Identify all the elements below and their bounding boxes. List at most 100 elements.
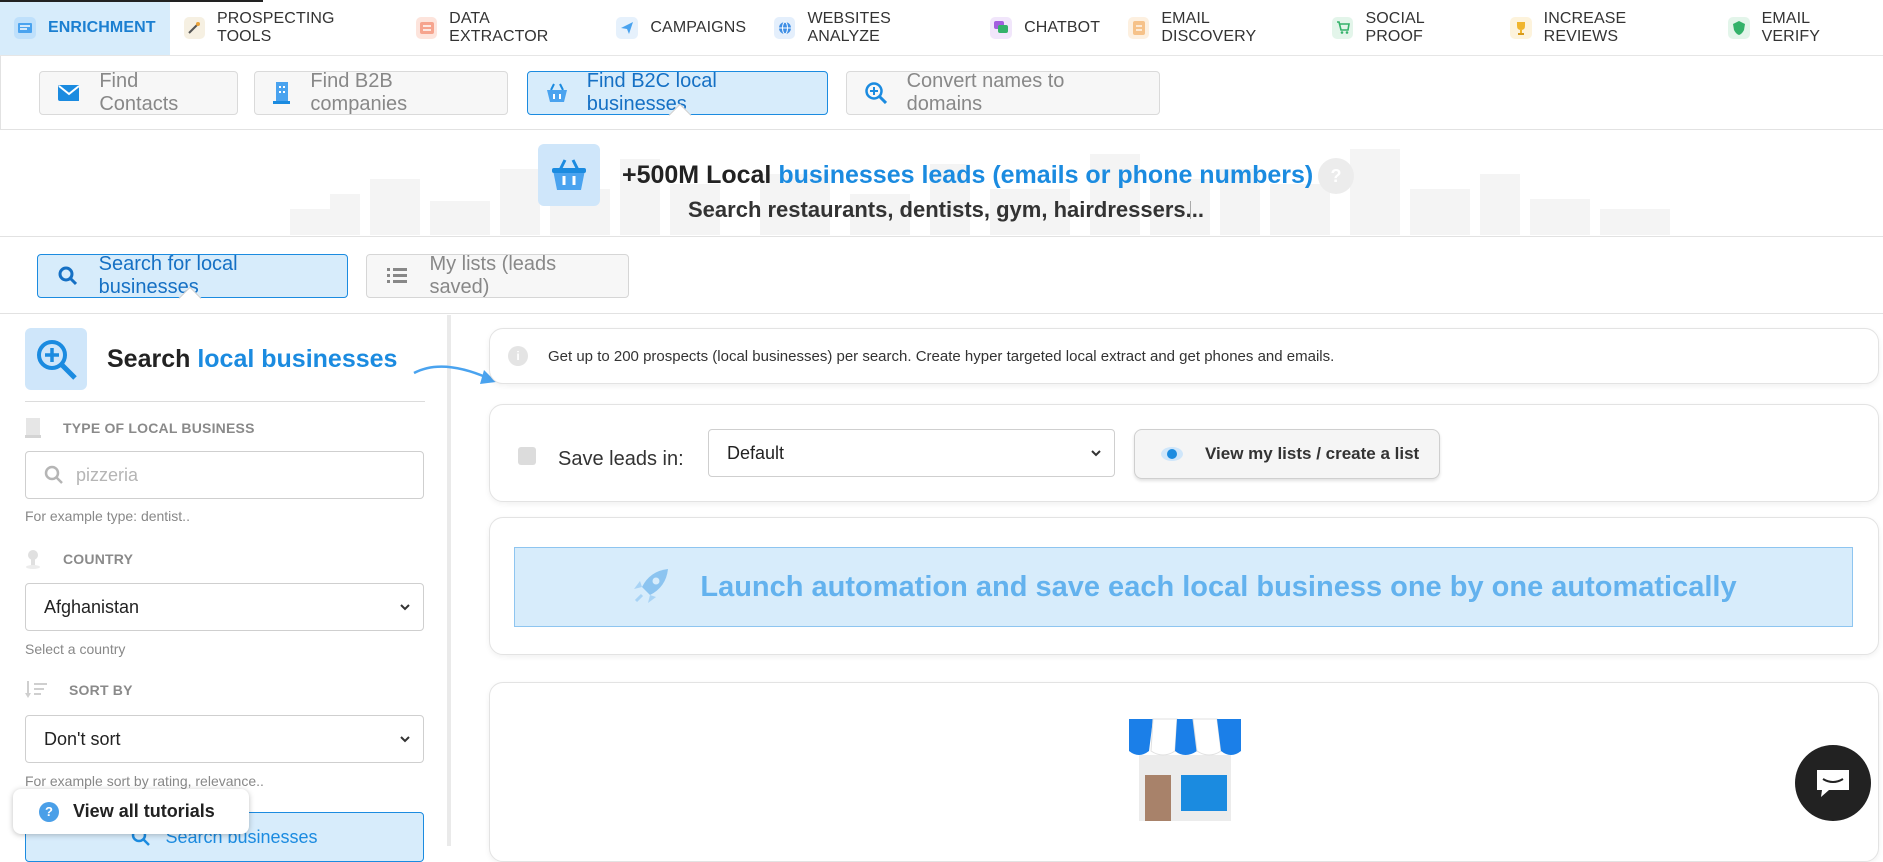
sidebar-title-highlight: local businesses — [197, 345, 398, 373]
tab-label: Find B2C local businesses — [586, 70, 717, 115]
tab-my-lists[interactable]: My lists (leads saved) — [366, 253, 629, 298]
shop-icon — [1129, 718, 1241, 821]
sort-select[interactable]: Don't sort — [25, 715, 424, 763]
tab-label: Find Contacts — [99, 70, 179, 115]
chevron-down-icon — [1091, 450, 1101, 457]
country-label: COUNTRY — [25, 549, 133, 569]
results-panel — [489, 682, 1879, 862]
magnifier-plus-icon — [25, 328, 87, 390]
country-help-text: Select a country — [25, 641, 126, 657]
question-icon: ? — [39, 801, 59, 822]
nav-item-label: EMAIL VERIFY — [1761, 9, 1821, 45]
info-banner: i Get up to 200 prospects (local busines… — [489, 328, 1879, 384]
selected-sort: Don't sort — [44, 728, 121, 749]
tab-find-b2c-local-businesses[interactable]: Find B2C local businesses — [527, 70, 828, 127]
magnifier-plus-icon — [865, 82, 887, 104]
country-select[interactable]: Afghanistan — [25, 583, 424, 631]
nav-item-chatbot[interactable]: CHATBOT — [976, 0, 1114, 55]
list-icon — [387, 268, 408, 283]
launch-automation-panel: Launch automation and save each local bu… — [489, 517, 1879, 655]
nav-item-label: CAMPAIGNS — [650, 18, 747, 36]
info-icon: i — [508, 346, 528, 366]
selected-country: Afghanistan — [44, 596, 140, 617]
business-type-input[interactable]: pizzeria — [25, 451, 424, 499]
sort-label: SORT BY — [25, 681, 133, 699]
basket-icon — [538, 144, 600, 206]
nav-item-data-extractor[interactable]: DATA EXTRACTOR — [402, 0, 603, 55]
nav-item-label: INCREASE REVIEWS — [1543, 9, 1627, 45]
chat-support-button[interactable] — [1795, 745, 1871, 821]
loading-progress-bar — [0, 0, 263, 2]
divider — [25, 401, 425, 402]
nav-item-email-verify[interactable]: EMAIL VERIFY — [1714, 0, 1883, 55]
search-sidebar: Search local businesses TYPE OF LOCAL BU… — [0, 315, 496, 862]
nav-item-label: CHATBOT — [1024, 18, 1101, 36]
basket-icon — [547, 83, 567, 102]
map-pin-icon — [26, 550, 40, 569]
mode-switcher: Search for local businesses My lists (le… — [0, 238, 1883, 314]
hero-title-highlight: businesses leads (emails or phone number… — [778, 161, 1314, 189]
typing-cursor — [1190, 201, 1191, 219]
launch-automation-button[interactable]: Launch automation and save each local bu… — [514, 547, 1853, 627]
sidebar-title-prefix: Search — [107, 345, 198, 373]
button-label: View my lists / create a list — [1205, 444, 1420, 463]
nav-item-campaigns[interactable]: CAMPAIGNS — [602, 0, 760, 55]
hero-title: +500M Local businesses leads (emails or … — [622, 161, 1313, 190]
chevron-down-icon — [400, 604, 410, 611]
building-icon — [25, 418, 41, 438]
selected-list: Default — [727, 442, 785, 463]
envelope-card-icon — [14, 16, 36, 39]
tab-find-contacts[interactable]: Find Contacts — [39, 70, 238, 115]
view-tutorials-button[interactable]: ? View all tutorials — [13, 789, 249, 834]
nav-item-label: WEBSITES ANALYZE — [807, 9, 891, 45]
save-icon — [518, 447, 536, 465]
sidebar-title: Search local businesses — [107, 345, 397, 374]
nav-item-social-proof[interactable]: SOCIAL PROOF — [1318, 0, 1496, 55]
tab-label: Convert names to domains — [906, 70, 1065, 115]
sort-icon — [25, 681, 47, 698]
search-icon — [58, 266, 77, 286]
type-help-text: For example type: dentist.. — [25, 508, 190, 524]
curved-arrow-icon — [413, 365, 496, 384]
hero-subtitle: Search restaurants, dentists, gym, haird… — [688, 197, 1205, 222]
nav-item-enrichment[interactable]: ENRICHMENT — [0, 0, 170, 55]
nav-item-email-discovery[interactable]: EMAIL DISCOVERY — [1114, 0, 1318, 55]
data-list-icon — [415, 16, 438, 39]
label-text: TYPE OF LOCAL BUSINESS — [63, 420, 255, 436]
nav-item-increase-reviews[interactable]: INCREASE REVIEWS — [1496, 0, 1714, 55]
hero-title-prefix: +500M Local — [622, 161, 779, 189]
chat-bubble-icon — [990, 16, 1013, 39]
nav-item-prospecting-tools[interactable]: PROSPECTING TOOLS — [170, 0, 402, 55]
label-text: SORT BY — [69, 682, 133, 698]
magic-wand-icon — [183, 16, 205, 39]
chevron-down-icon — [400, 736, 410, 743]
trophy-icon — [1510, 16, 1532, 39]
nav-item-label: PROSPECTING TOOLS — [217, 9, 335, 45]
list-select[interactable]: Default — [708, 429, 1115, 477]
feature-tabs: Find Contacts Find B2B companies Find B2… — [0, 56, 1883, 130]
top-navigation: ENRICHMENT PROSPECTING TOOLS DATA EXTRAC… — [0, 0, 1883, 56]
chat-bubble-icon — [1817, 770, 1849, 797]
nav-item-label: DATA EXTRACTOR — [449, 9, 549, 45]
nav-item-websites-analyze[interactable]: WEBSITES ANALYZE — [760, 0, 976, 55]
paper-plane-icon — [616, 16, 639, 39]
input-placeholder: pizzeria — [76, 464, 139, 485]
tab-find-b2b-companies[interactable]: Find B2B companies — [254, 70, 508, 115]
save-leads-panel: Save leads in: Default View my lists / c… — [489, 404, 1879, 502]
sort-help-text: For example sort by rating, relevance.. — [25, 773, 264, 789]
tab-label: Find B2B companies — [310, 70, 408, 115]
tab-search-local-businesses[interactable]: Search for local businesses — [37, 253, 348, 310]
shield-check-icon — [1728, 16, 1750, 39]
document-icon — [1128, 16, 1150, 39]
type-label: TYPE OF LOCAL BUSINESS — [25, 418, 255, 438]
globe-icon — [774, 16, 796, 39]
eye-icon — [1161, 447, 1183, 461]
button-label: Launch automation and save each local bu… — [700, 570, 1737, 603]
save-leads-label: Save leads in: — [558, 448, 684, 470]
tab-label: Search for local businesses — [98, 253, 238, 298]
hero-banner: +500M Local businesses leads (emails or … — [0, 131, 1883, 237]
view-lists-button[interactable]: View my lists / create a list — [1134, 429, 1440, 479]
nav-item-label: SOCIAL PROOF — [1365, 9, 1425, 45]
help-button[interactable]: ? — [1318, 158, 1354, 194]
tab-convert-names-to-domains[interactable]: Convert names to domains — [846, 70, 1160, 115]
